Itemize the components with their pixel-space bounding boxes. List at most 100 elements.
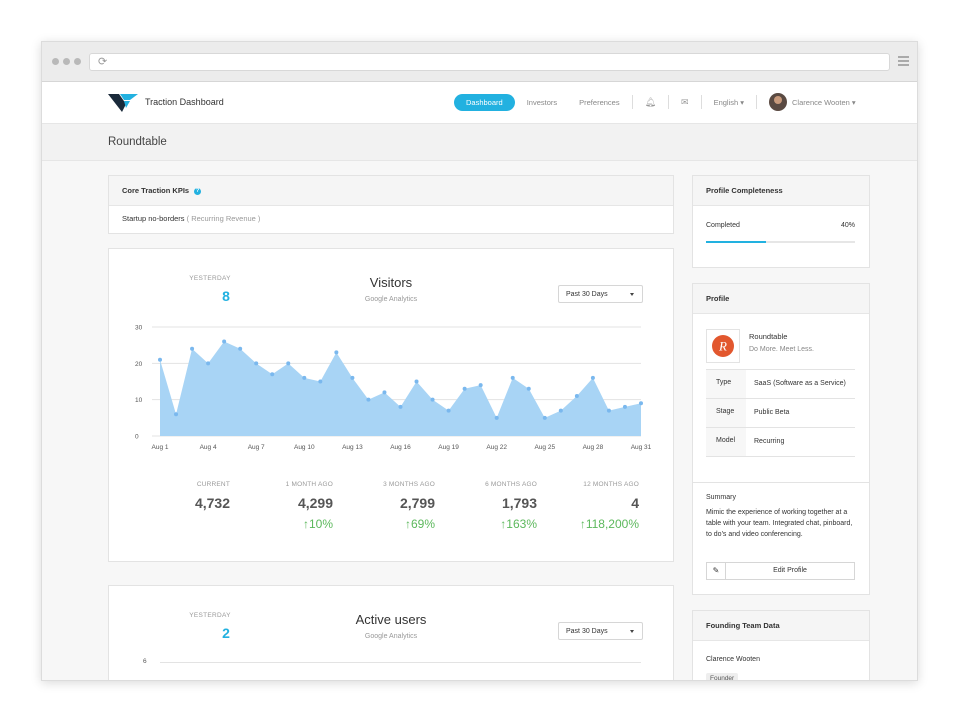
x-tick-label: Aug 31: [631, 444, 652, 451]
completed-percent: 40%: [840, 222, 855, 229]
url-bar[interactable]: ⟳: [89, 53, 890, 71]
nav-divider: [668, 95, 670, 109]
kpi-card: Core Traction KPIs? Startup no-borders (…: [108, 175, 674, 234]
y-tick-label: 20: [135, 361, 143, 368]
company-logo: R: [706, 329, 740, 363]
x-tick-label: Aug 7: [248, 444, 265, 451]
data-point: [302, 375, 307, 380]
x-tick-label: Aug 25: [534, 444, 555, 451]
stat-label: 1 MONTH AGO: [285, 481, 333, 488]
stat-value: 4,732: [194, 495, 230, 511]
nav-dashboard[interactable]: Dashboard: [454, 93, 515, 111]
range-dropdown-value: Past 30 Days: [566, 291, 608, 298]
language-select[interactable]: English ▾: [714, 98, 744, 107]
summary-text: Mimic the experience of working together…: [706, 509, 853, 538]
range-dropdown[interactable]: Past 30 Days: [558, 622, 643, 640]
x-tick-label: Aug 16: [390, 444, 411, 451]
data-point: [574, 394, 579, 399]
company-name: Roundtable: [749, 332, 788, 341]
svg-text:R: R: [718, 339, 727, 354]
window-controls: [52, 58, 81, 65]
data-point: [238, 346, 243, 351]
data-point: [414, 379, 419, 384]
data-point: [478, 383, 483, 388]
reload-icon[interactable]: ⟳: [98, 55, 107, 68]
visitors-card: YESTERDAY 8 Visitors Google Analytics Pa…: [108, 248, 674, 562]
nav-preferences[interactable]: Preferences: [579, 98, 619, 107]
card-header: Founding Team Data: [693, 611, 869, 641]
data-point: [542, 415, 547, 420]
progress-track: [706, 241, 855, 243]
data-point: [590, 375, 595, 380]
yesterday-value: 8: [222, 288, 230, 304]
page-header: Roundtable: [42, 124, 917, 161]
browser-window: ⟳ Traction Dashboard Dashboard Investors…: [41, 41, 918, 681]
stat-label: 6 MONTHS AGO: [485, 481, 537, 488]
nav-divider: [631, 95, 633, 109]
data-point: [318, 379, 323, 384]
progress-fill: [706, 241, 766, 243]
data-point: [494, 415, 499, 420]
profile-row-model: Model Recurring: [706, 428, 855, 457]
data-point: [190, 346, 195, 351]
x-tick-label: Aug 1: [152, 444, 169, 451]
data-point: [350, 375, 355, 380]
window-dot-icon: [52, 58, 59, 65]
data-point: [158, 357, 162, 362]
window-dot-icon: [74, 58, 81, 65]
data-point: [558, 408, 563, 413]
bell-icon[interactable]: 🔔︎: [645, 97, 656, 108]
founding-team-card: Founding Team Data Clarence Wooten Found…: [692, 610, 870, 680]
window-dot-icon: [63, 58, 70, 65]
data-point: [174, 412, 179, 417]
stat-12-months: 12 MONTHS AGO 4 ↑118,200%: [549, 481, 639, 531]
nav-investors[interactable]: Investors: [527, 98, 557, 107]
traction-logo: [108, 94, 138, 112]
app-title: Traction Dashboard: [145, 97, 224, 107]
x-tick-label: Aug 22: [486, 444, 507, 451]
summary-label: Summary: [706, 494, 736, 501]
row-value: Public Beta: [746, 399, 855, 427]
stat-label: CURRENT: [196, 481, 230, 488]
visitors-chart: 0 10 20 30 Aug 1 Aug 4 Aug 7 Aug 10 Aug 13 Aug 16…: [135, 325, 652, 452]
chart-title: Visitors: [369, 275, 413, 290]
nav-divider: [756, 95, 758, 109]
kpi-company: Startup no-borders: [122, 214, 185, 223]
x-tick-label: Aug 28: [583, 444, 604, 451]
gridline: [160, 662, 641, 663]
chart-source: Google Analytics: [364, 633, 418, 640]
row-key: Type: [716, 379, 732, 386]
chevron-down-icon: [630, 630, 634, 633]
stat-change: ↑69%: [404, 517, 435, 531]
data-point: [430, 397, 435, 402]
browser-menu-icon[interactable]: [898, 56, 909, 68]
user-avatar[interactable]: [769, 93, 788, 111]
range-dropdown[interactable]: Past 30 Days: [558, 285, 643, 303]
data-point: [446, 408, 451, 413]
card-header: Profile: [693, 284, 869, 314]
browser-chrome: ⟳: [42, 42, 917, 82]
kpi-card-header: Core Traction KPIs?: [109, 176, 673, 206]
user-menu[interactable]: Clarence Wooten ▾: [792, 98, 856, 107]
data-point: [222, 339, 227, 344]
stat-value: 2,799: [399, 495, 435, 511]
x-tick-label: Aug 13: [342, 444, 363, 451]
nav-divider: [700, 95, 702, 109]
help-icon[interactable]: ?: [194, 187, 202, 195]
data-point: [206, 361, 211, 366]
active-users-card: YESTERDAY 2 Active users Google Analytic…: [108, 585, 674, 680]
stat-value: 4: [631, 495, 639, 511]
chart-source: Google Analytics: [364, 296, 418, 303]
data-point: [510, 375, 515, 380]
chart-title: Active users: [355, 612, 427, 627]
top-navigation: Traction Dashboard Dashboard Investors P…: [42, 82, 917, 124]
y-tick-label: 30: [135, 325, 143, 332]
profile-row-stage: Stage Public Beta: [706, 399, 855, 428]
mail-icon[interactable]: ✉︎: [681, 97, 689, 108]
data-point: [622, 404, 627, 409]
stat-label: 3 MONTHS AGO: [383, 481, 435, 488]
kpi-card-title: Core Traction KPIs: [122, 186, 190, 195]
card-header: Profile Completeness: [693, 176, 869, 206]
stat-change: ↑163%: [500, 517, 537, 531]
edit-profile-button[interactable]: ✎ Edit Profile: [706, 562, 855, 580]
